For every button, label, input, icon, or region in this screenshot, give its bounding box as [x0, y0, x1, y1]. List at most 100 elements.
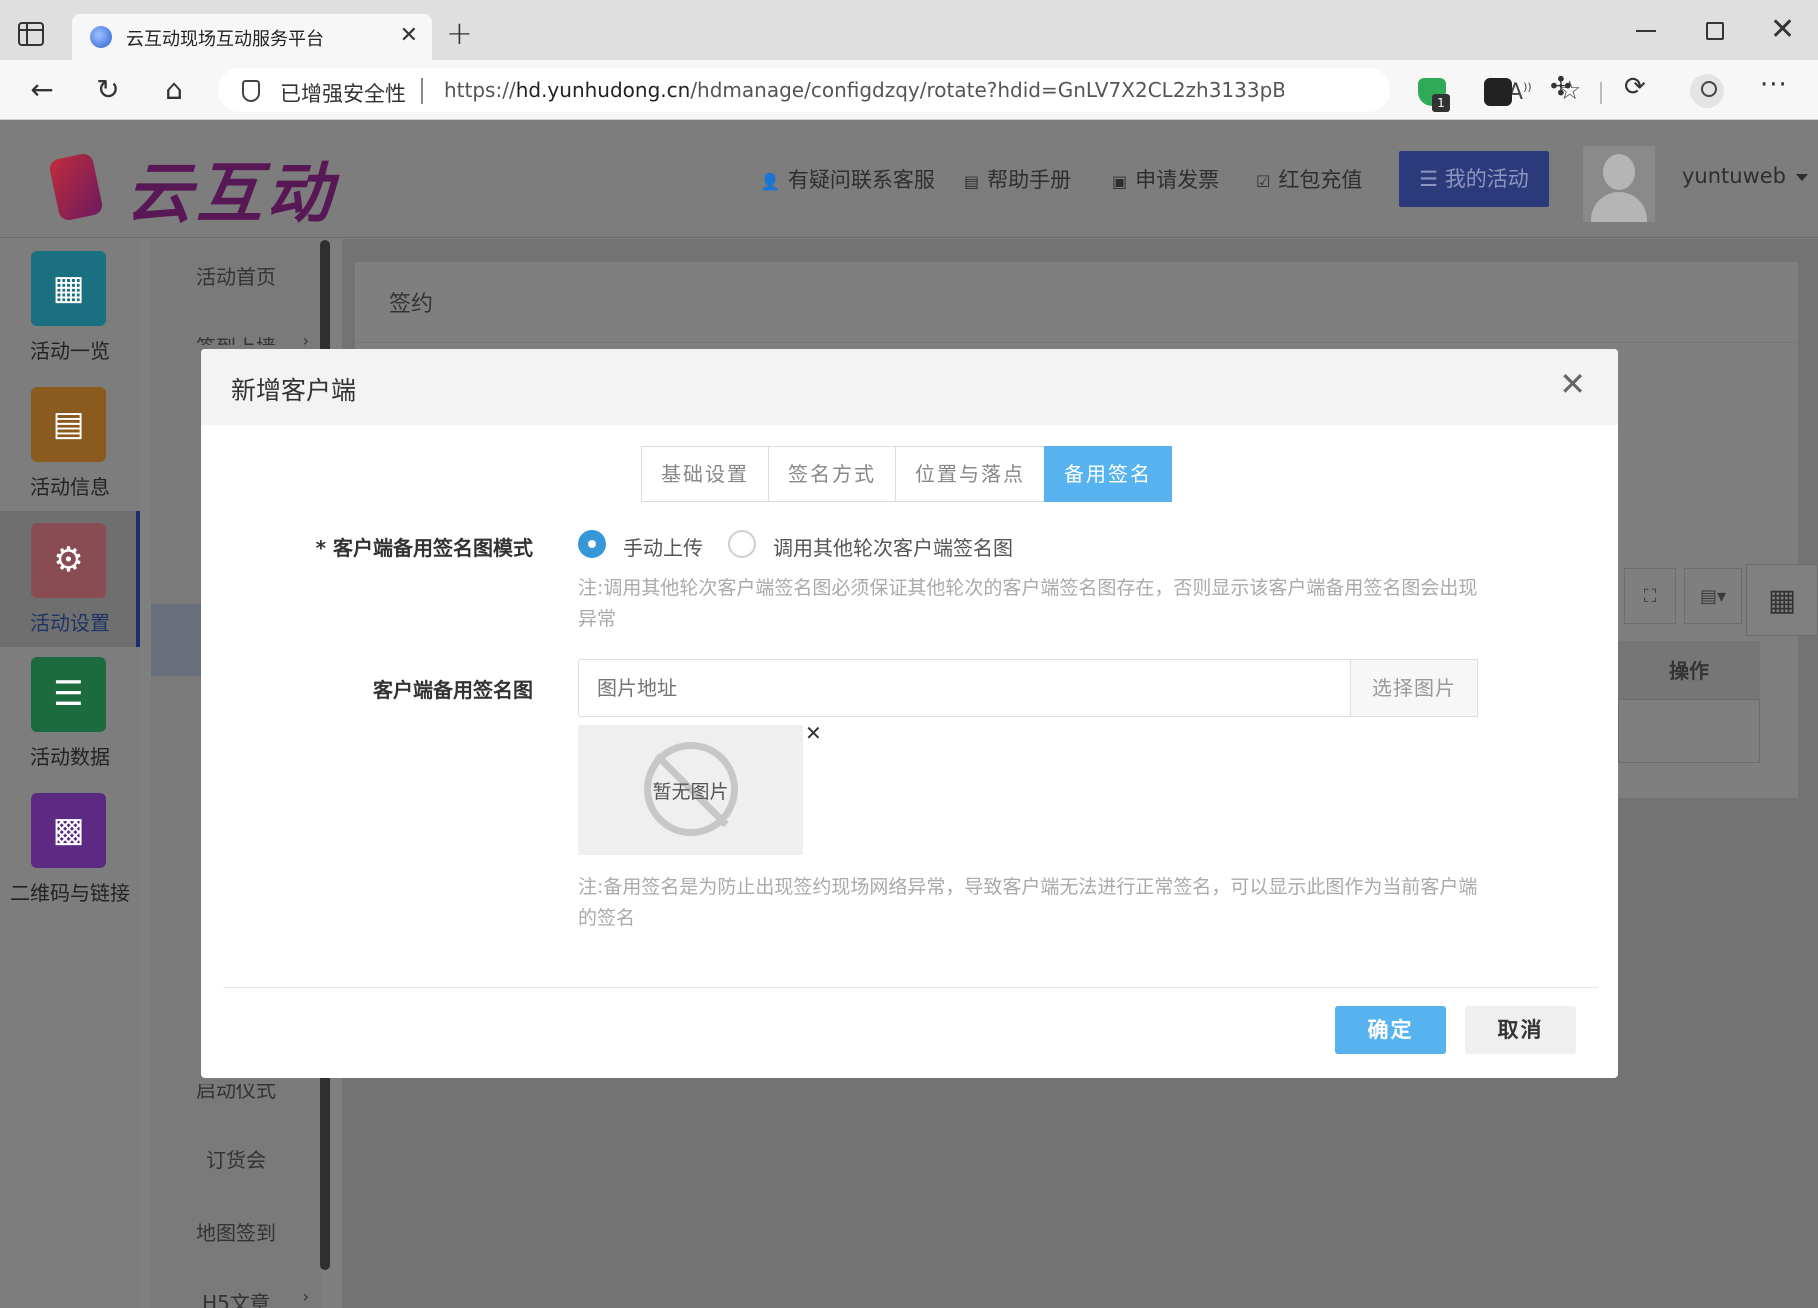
rail-label: 二维码与链接 [10, 881, 130, 905]
tab-signature-method[interactable]: 签名方式 [768, 446, 896, 502]
grid-view-icon[interactable]: ▦ [1746, 564, 1818, 636]
subnav-item-launch[interactable]: 启动仪式 [151, 1084, 321, 1110]
new-tab-icon[interactable]: + [446, 14, 473, 52]
card-title: 签约 [389, 292, 434, 317]
column-filter-icon[interactable]: ▤▾ [1684, 568, 1742, 624]
support-label: 有疑问联系客服 [787, 168, 935, 192]
subnav-item-h5-article[interactable]: H5文章 › [151, 1287, 321, 1308]
subnav-label: 签到上墙 [196, 335, 276, 345]
support-link[interactable]: 👤 有疑问联系客服 [760, 164, 935, 194]
document-icon: ▤ [31, 387, 106, 462]
security-label[interactable]: 已增强安全性 [280, 78, 406, 108]
extensions-puzzle-icon[interactable]: ✣ [1550, 72, 1578, 102]
database-icon: ☰ [31, 657, 106, 732]
rail-item-activity-data[interactable]: ☰ 活动数据 [0, 645, 140, 781]
check-shield-icon: ☑ [1256, 172, 1271, 191]
subnav-item-home[interactable]: 活动首页 [151, 261, 321, 290]
remove-image-icon[interactable]: ✕ [805, 721, 822, 745]
tab-actions-icon[interactable] [18, 22, 44, 46]
table-row [1618, 699, 1760, 763]
minimize-icon[interactable] [1636, 30, 1656, 32]
chevron-right-icon: › [302, 331, 309, 345]
back-icon[interactable]: ← [22, 72, 62, 108]
home-icon[interactable]: ⌂ [154, 72, 194, 108]
card-divider [355, 342, 1798, 343]
chevron-right-icon: › [302, 1287, 309, 1306]
url-host: hd.yunhudong.cn [515, 78, 691, 102]
subnav-item-order-meeting[interactable]: 订货会 [151, 1144, 321, 1173]
radio-manual-upload-label[interactable]: 手动上传 [623, 532, 703, 561]
radio-manual-upload[interactable] [578, 530, 606, 558]
avatar[interactable] [1583, 146, 1655, 222]
close-icon[interactable]: ✕ [1559, 365, 1586, 403]
logo-text[interactable]: 云互动 [126, 140, 336, 236]
recharge-label: 红包充值 [1278, 168, 1363, 192]
gear-icon: ⚙ [31, 523, 106, 598]
radio-use-other-round-label[interactable]: 调用其他轮次客户端签名图 [773, 532, 1013, 561]
rail-item-qrcode[interactable]: ▩ 二维码与链接 [0, 781, 140, 917]
browser-tab-bar: 云互动现场互动服务平台 ✕ + ✕ [0, 0, 1818, 60]
image-url-input[interactable] [578, 659, 1351, 717]
qrcode-icon: ▩ [31, 793, 106, 868]
url-scheme: https:// [444, 78, 516, 102]
logo-phone-icon [42, 142, 116, 222]
browser-essentials-icon[interactable]: ⟳ [1624, 72, 1652, 102]
subnav-label: H5文章 [202, 1291, 270, 1308]
image-note: 注:备用签名是为防止出现签约现场网络异常，导致客户端无法进行正常签名，可以显示此… [578, 876, 1478, 929]
tab-backup-signature[interactable]: 备用签名 [1044, 446, 1172, 502]
glasses-extension-icon[interactable] [1484, 78, 1512, 106]
choose-image-button[interactable]: 选择图片 [1350, 659, 1478, 717]
maximize-icon[interactable] [1706, 22, 1724, 40]
manual-link[interactable]: ▤ 帮助手册 [964, 164, 1071, 194]
more-options-icon[interactable]: ··· [1760, 70, 1788, 100]
modal-divider [223, 987, 1598, 988]
tab-title: 云互动现场互动服务平台 [126, 29, 324, 50]
browser-tab[interactable]: 云互动现场互动服务平台 ✕ [72, 14, 432, 60]
confirm-button[interactable]: 确定 [1335, 1006, 1446, 1054]
url-text[interactable]: https://hd.yunhudong.cn/hdmanage/configd… [444, 78, 1284, 102]
address-bar[interactable]: 已增强安全性 https://hd.yunhudong.cn/hdmanage/… [218, 68, 1581, 112]
my-activity-label: 我的活动 [1444, 167, 1529, 191]
address-divider [421, 78, 423, 104]
book-icon: ▤ [964, 172, 980, 191]
fullscreen-icon[interactable]: ⛶ [1624, 568, 1676, 624]
subnav-item-signin-wall[interactable]: 签到上墙 › [151, 331, 321, 345]
modal-tabs: 基础设置 签名方式 位置与落点 备用签名 [641, 446, 1172, 502]
left-rail: ▦ 活动一览 ▤ 活动信息 ⚙ 活动设置 ☰ 活动数据 ▩ 二维码与链接 [0, 239, 140, 1308]
cancel-button[interactable]: 取消 [1465, 1006, 1576, 1054]
app-header: 云互动 👤 有疑问联系客服 ▤ 帮助手册 ▣ 申请发票 ☑ 红包充值 ☰ 我的活动 yu… [0, 120, 1818, 238]
username-dropdown[interactable]: yuntuweb [1682, 164, 1808, 188]
add-client-modal: 新增客户端 ✕ 基础设置 签名方式 位置与落点 备用签名 * 客户端备用签名图模… [201, 349, 1618, 1078]
rail-item-activity-info[interactable]: ▤ 活动信息 [0, 375, 140, 511]
tab-position[interactable]: 位置与落点 [895, 446, 1045, 502]
mode-note: 注:调用其他轮次客户端签名图必须保证其他轮次的客户端签名图存在，否则显示该客户端… [578, 577, 1478, 630]
tab-close-icon[interactable]: ✕ [400, 23, 418, 48]
toolbar-divider [1600, 82, 1602, 104]
rail-label: 活动设置 [30, 611, 110, 635]
refresh-icon[interactable]: ↻ [88, 72, 128, 108]
rail-item-activity-settings[interactable]: ⚙ 活动设置 [0, 511, 140, 647]
no-image-text: 暂无图片 [652, 781, 729, 803]
rail-label: 活动信息 [30, 475, 110, 499]
image-label: 客户端备用签名图 [373, 678, 533, 702]
ops-column-header: 操作 [1618, 641, 1760, 699]
tab-basic-settings[interactable]: 基础设置 [641, 446, 769, 502]
shield-icon[interactable] [242, 80, 260, 102]
browser-nav-bar: ← ↻ ⌂ 已增强安全性 https://hd.yunhudong.cn/hdm… [0, 60, 1818, 120]
subnav-item-map-signin[interactable]: 地图签到 [151, 1217, 321, 1246]
profile-icon[interactable] [1690, 74, 1724, 108]
subnav-label: 启动仪式 [196, 1084, 276, 1102]
printer-icon: ▣ [1112, 172, 1128, 191]
mode-label: * 客户端备用签名图模式 [315, 536, 533, 560]
radio-use-other-round[interactable] [728, 530, 756, 558]
invoice-label: 申请发票 [1135, 168, 1220, 192]
my-activity-button[interactable]: ☰ 我的活动 [1399, 151, 1549, 207]
manual-label: 帮助手册 [987, 168, 1072, 192]
url-path: /hdmanage/configdzqy/rotate?hdid=GnLV7X2… [690, 78, 1284, 102]
invoice-link[interactable]: ▣ 申请发票 [1112, 164, 1219, 194]
rail-item-activity-list[interactable]: ▦ 活动一览 [0, 239, 140, 375]
add-user-icon: 👤 [760, 172, 780, 191]
rail-label: 活动数据 [30, 745, 110, 769]
recharge-link[interactable]: ☑ 红包充值 [1256, 164, 1362, 194]
window-close-icon[interactable]: ✕ [1770, 12, 1795, 47]
